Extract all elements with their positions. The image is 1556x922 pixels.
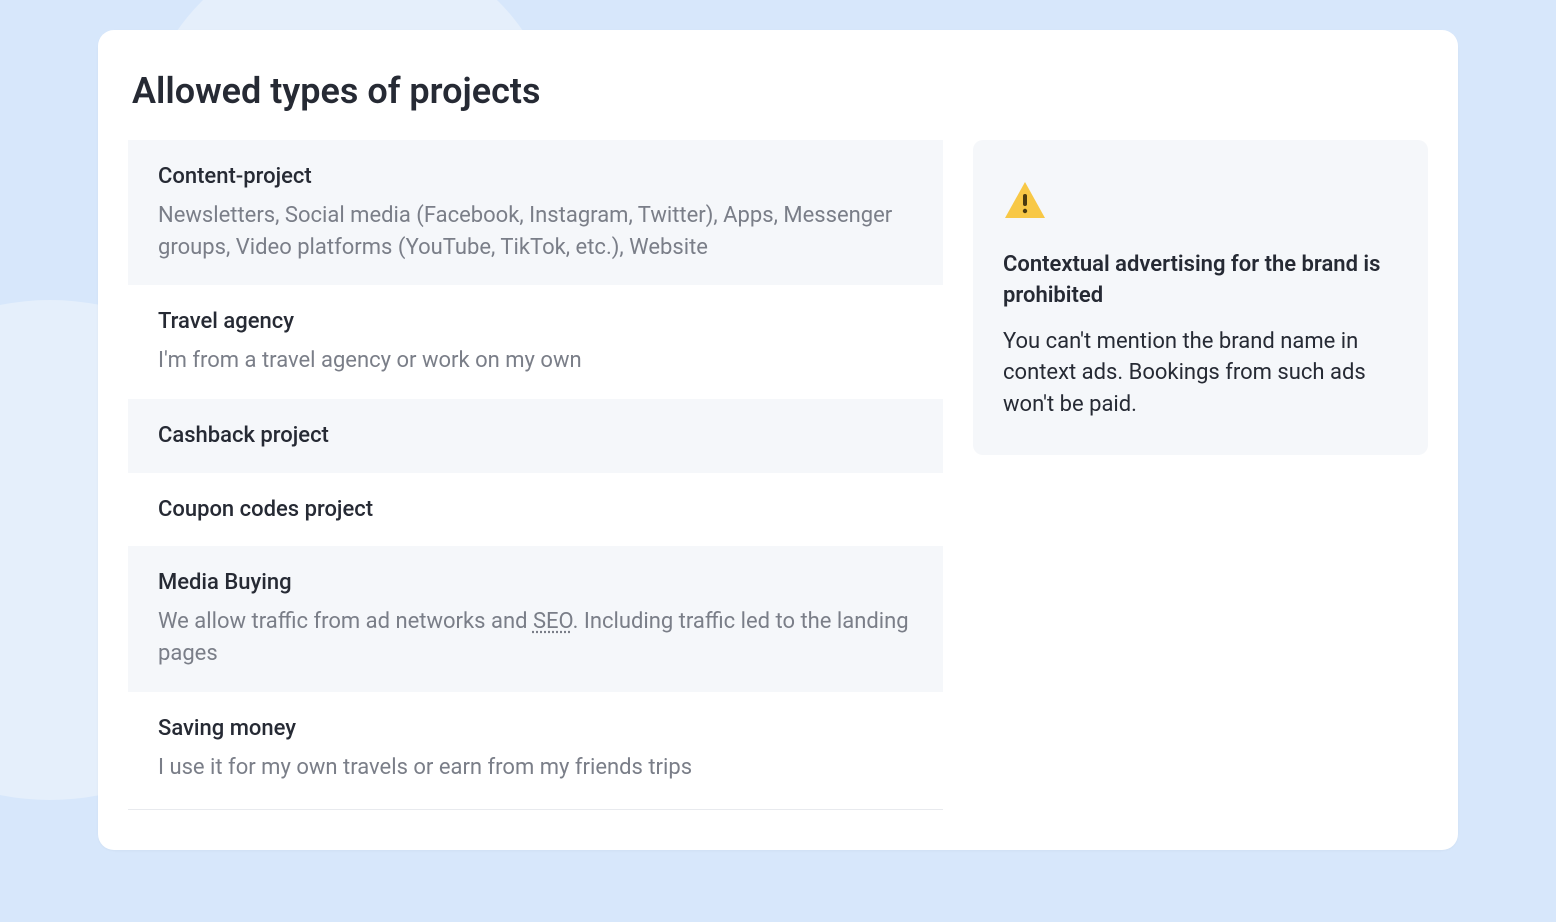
- warning-title: Contextual advertising for the brand is …: [1003, 250, 1398, 312]
- sidebar: Contextual advertising for the brand is …: [973, 140, 1428, 455]
- list-item-title: Content-project: [158, 162, 913, 192]
- list-item-desc: Newsletters, Social media (Facebook, Ins…: [158, 200, 913, 264]
- seo-abbr: SEO: [533, 609, 573, 634]
- page-title: Allowed types of projects: [132, 70, 1428, 112]
- desc-pre: We allow traffic from ad networks and: [158, 609, 533, 634]
- list-item: Content-project Newsletters, Social medi…: [128, 140, 943, 285]
- list-item: Media Buying We allow traffic from ad ne…: [128, 546, 943, 691]
- divider: [128, 809, 943, 810]
- list-item: Saving money I use it for my own travels…: [128, 692, 943, 806]
- list-item-title: Media Buying: [158, 568, 913, 598]
- list-item: Cashback project: [128, 399, 943, 473]
- project-type-list: Content-project Newsletters, Social medi…: [128, 140, 943, 810]
- list-item-title: Coupon codes project: [158, 495, 913, 525]
- list-item-desc: I'm from a travel agency or work on my o…: [158, 345, 913, 377]
- list-item-desc: I use it for my own travels or earn from…: [158, 752, 913, 784]
- warning-icon: [1003, 180, 1398, 224]
- warning-desc: You can't mention the brand name in cont…: [1003, 326, 1398, 422]
- list-item-title: Cashback project: [158, 421, 913, 451]
- list-item-title: Saving money: [158, 714, 913, 744]
- list-item: Coupon codes project: [128, 473, 943, 547]
- content-row: Content-project Newsletters, Social medi…: [128, 140, 1428, 810]
- list-item-title: Travel agency: [158, 307, 913, 337]
- main-card: Allowed types of projects Content-projec…: [98, 30, 1458, 850]
- list-item-desc: We allow traffic from ad networks and SE…: [158, 606, 913, 670]
- list-item: Travel agency I'm from a travel agency o…: [128, 285, 943, 399]
- warning-box: Contextual advertising for the brand is …: [973, 140, 1428, 455]
